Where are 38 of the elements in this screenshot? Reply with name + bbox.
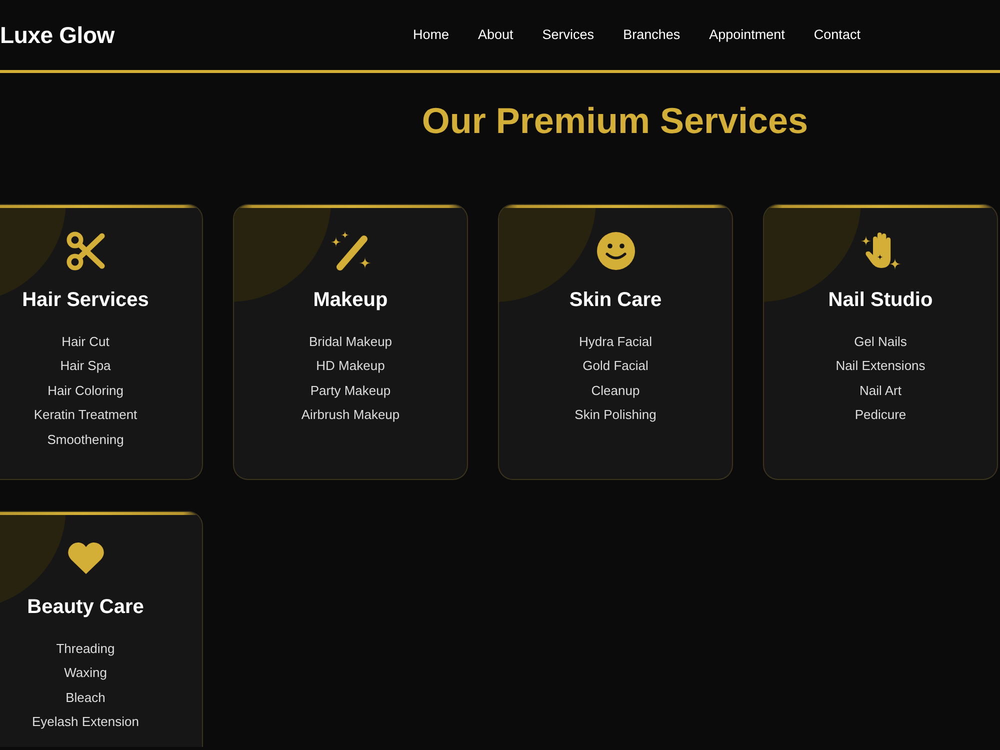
nav-link[interactable]: Home <box>413 24 450 46</box>
nav-link[interactable]: Contact <box>814 24 860 46</box>
service-item: Hydra Facial <box>578 333 653 351</box>
service-item: Eyelash Extension <box>31 713 140 732</box>
service-item: Gel Nails <box>853 333 908 351</box>
nav-link[interactable]: Appointment <box>709 24 785 46</box>
smiley-face-icon <box>596 231 636 271</box>
service-item: Gold Facial <box>582 357 650 376</box>
service-item: HD Makeup <box>315 357 386 376</box>
service-item: Hair Cut <box>60 333 110 351</box>
card-title: Hair Services <box>21 288 150 312</box>
service-item: Waxing <box>63 664 108 682</box>
nav-link[interactable]: Services <box>542 24 594 46</box>
card-title: Skin Care <box>568 288 663 312</box>
service-item: Keratin Treatment <box>32 406 138 424</box>
section-title: Our Premium Services <box>422 99 808 143</box>
service-item: Nail Art <box>858 382 902 400</box>
scissors-icon <box>66 231 106 271</box>
service-item: Skin Polishing <box>574 406 658 424</box>
service-item: Pedicure <box>854 406 908 424</box>
service-item: Nail Extensions <box>834 357 926 376</box>
service-item: Bleach <box>64 688 106 707</box>
service-item: Cleanup <box>590 382 641 400</box>
hand-sparkles-icon <box>860 231 900 271</box>
nav-link[interactable]: Branches <box>623 24 680 46</box>
card-title: Beauty Care <box>26 595 145 619</box>
nav-link[interactable]: About <box>478 24 514 46</box>
service-item: Hair Coloring <box>46 382 124 400</box>
service-item: Bridal Makeup <box>308 333 394 351</box>
service-item: Party Makeup <box>309 382 392 400</box>
service-item: Threading <box>55 640 116 658</box>
service-item: Airbrush Makeup <box>300 406 401 424</box>
service-item: Smoothening <box>46 430 125 449</box>
magic-wand-icon <box>330 231 370 271</box>
brand-logo[interactable]: Luxe Glow <box>0 22 114 48</box>
service-item: Hair Spa <box>59 357 112 376</box>
card-title: Nail Studio <box>827 288 934 312</box>
card-title: Makeup <box>312 288 389 312</box>
